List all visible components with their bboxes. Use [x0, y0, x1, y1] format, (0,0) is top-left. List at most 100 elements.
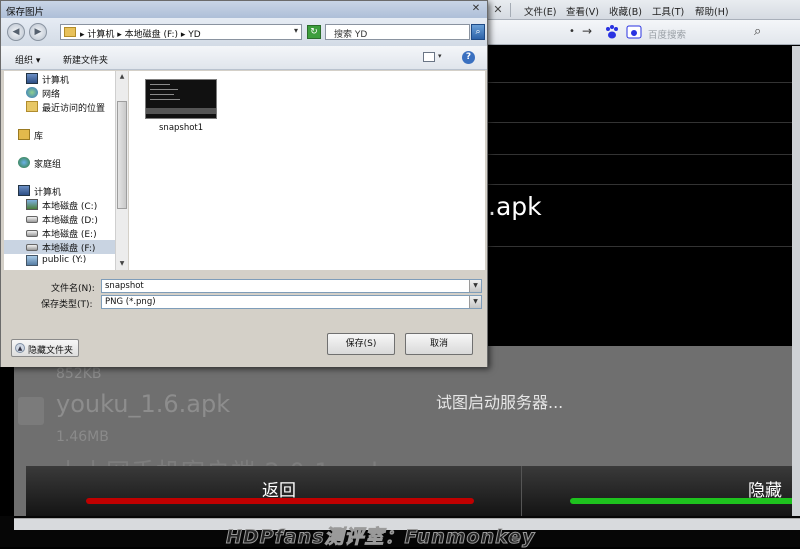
recent-places-icon: [26, 101, 38, 112]
refresh-icon[interactable]: ↻: [307, 25, 321, 39]
hide-folders-button[interactable]: ▲ 隐藏文件夹: [11, 339, 79, 357]
chevron-up-icon: ▲: [15, 343, 25, 353]
filename-label: 文件名(N):: [51, 284, 95, 294]
menu-view[interactable]: 查看(V): [566, 4, 599, 18]
window-scrollbar[interactable]: [792, 46, 800, 516]
save-image-dialog: 保存图片 ✕ ◀ ▶ ▸ 计算机 ▸ 本地磁盘 (F:) ▸ YD ▾ ↻ 搜索…: [0, 0, 488, 367]
nav-item-drive-c[interactable]: 本地磁盘 (C:): [26, 198, 127, 212]
nav-item-label: 网络: [42, 90, 61, 100]
browser-search-placeholder: 百度搜索: [648, 30, 687, 41]
organize-button[interactable]: 组织 ▾: [15, 53, 40, 66]
filetype-value: PNG (*.png): [105, 297, 156, 307]
chevron-down-icon[interactable]: ▼: [469, 280, 481, 292]
file-thumbnail[interactable]: [145, 79, 217, 119]
list-divider: [488, 122, 800, 123]
computer-icon: [26, 73, 38, 84]
scroll-down-icon[interactable]: ▼: [117, 259, 127, 269]
baidu-logo-icon: [626, 25, 642, 39]
address-bar[interactable]: ▸ 计算机 ▸ 本地磁盘 (F:) ▸ YD ▾: [60, 24, 302, 40]
menu-tools[interactable]: 工具(T): [652, 4, 684, 18]
bullet-icon: •: [569, 26, 575, 37]
address-row: ◀ ▶ ▸ 计算机 ▸ 本地磁盘 (F:) ▸ YD ▾ ↻ 搜索 YD ⌕: [1, 18, 487, 46]
nav-item-label: 库: [34, 132, 44, 142]
list-divider: [488, 82, 800, 83]
menubar-divider: [510, 3, 511, 17]
save-form: 文件名(N): snapshot ▼ 保存类型(T): PNG (*.png) …: [1, 271, 487, 367]
cancel-button[interactable]: 取消: [405, 333, 473, 355]
go-arrow-icon[interactable]: →: [582, 24, 592, 38]
search-icon[interactable]: ⌕: [754, 24, 761, 39]
folder-search-placeholder: 搜索 YD: [334, 30, 368, 40]
chevron-down-icon[interactable]: ▾: [294, 26, 298, 35]
close-icon[interactable]: ✕: [490, 2, 506, 17]
list-divider: [488, 184, 800, 185]
menu-help[interactable]: 帮助(H): [695, 4, 729, 18]
thumbnail-line: [150, 89, 178, 90]
menu-favorites[interactable]: 收藏(B): [609, 4, 642, 18]
browser-menubar: ✕ 文件(E) 查看(V) 收藏(B) 工具(T) 帮助(H): [486, 0, 800, 20]
nav-item-label: 本地磁盘 (C:): [42, 202, 98, 212]
nav-item-label: 本地磁盘 (F:): [42, 244, 96, 254]
save-button[interactable]: 保存(S): [327, 333, 395, 355]
dialog-titlebar: 保存图片 ✕: [1, 1, 487, 18]
baidu-paw-icon: [606, 25, 618, 39]
network-drive-icon: [26, 255, 38, 266]
close-icon[interactable]: ✕: [469, 2, 483, 16]
list-divider: [488, 154, 800, 155]
nav-item-drive-d[interactable]: 本地磁盘 (D:): [26, 212, 127, 226]
help-icon[interactable]: ?: [462, 51, 475, 64]
nav-item-homegroup[interactable]: 家庭组: [18, 156, 127, 170]
nav-item-computer[interactable]: 计算机: [18, 184, 127, 198]
file-item-name[interactable]: snapshot1: [159, 123, 203, 133]
filename-value: snapshot: [105, 281, 144, 291]
browser-toolbar: • → 百度搜索 ⌕: [486, 20, 800, 45]
nav-item-computer[interactable]: 计算机: [26, 72, 127, 86]
view-options-icon[interactable]: [423, 52, 435, 62]
bar-divider: [521, 466, 522, 516]
browser-search-box[interactable]: 百度搜索 ⌕: [624, 23, 796, 41]
nav-pane-scrollbar[interactable]: ▲ ▼: [115, 71, 128, 270]
chevron-down-icon[interactable]: ▾: [438, 52, 442, 60]
breadcrumb[interactable]: ▸ 计算机 ▸ 本地磁盘 (F:) ▸ YD: [80, 27, 201, 40]
file-name-text: youku_1.6.apk: [56, 390, 231, 418]
filetype-select[interactable]: PNG (*.png) ▼: [101, 295, 482, 309]
nav-item-public-drive[interactable]: public (Y:): [26, 254, 127, 268]
nav-item-recent-places[interactable]: 最近访问的位置: [26, 100, 127, 114]
nav-item-label: 家庭组: [34, 160, 62, 170]
nav-item-drive-f[interactable]: 本地磁盘 (F:): [4, 240, 116, 254]
list-divider: [488, 246, 800, 247]
search-icon[interactable]: ⌕: [471, 24, 485, 40]
scrollbar-thumb[interactable]: [117, 101, 127, 209]
apk-title-text: .apk: [488, 192, 542, 221]
nav-item-label: 最近访问的位置: [42, 104, 106, 114]
back-arrow-icon[interactable]: ◀: [7, 23, 25, 41]
scroll-up-icon[interactable]: ▲: [117, 72, 127, 82]
status-text: 试图启动服务器...: [436, 393, 564, 412]
thumbnail-line: [150, 84, 170, 85]
drive-icon: [26, 216, 38, 223]
new-folder-button[interactable]: 新建文件夹: [63, 53, 108, 66]
homegroup-icon: [18, 157, 30, 168]
nav-item-drive-e[interactable]: 本地磁盘 (E:): [26, 226, 127, 240]
dialog-title: 保存图片: [6, 7, 45, 18]
thumbnail-bar: [146, 108, 216, 114]
nav-item-label: 本地磁盘 (D:): [42, 216, 98, 226]
navigation-pane: 计算机 网络 最近访问的位置 库 家庭组 计算机 本地磁盘 (C:) 本地磁盘: [4, 71, 128, 270]
filename-field[interactable]: snapshot ▼: [101, 279, 482, 293]
nav-item-network[interactable]: 网络: [26, 86, 127, 100]
file-icon: [18, 397, 44, 425]
library-icon: [18, 129, 30, 140]
computer-icon: [18, 185, 30, 196]
nav-item-libraries[interactable]: 库: [18, 128, 127, 142]
drive-icon: [26, 199, 38, 210]
nav-item-label: 本地磁盘 (E:): [42, 230, 97, 240]
network-icon: [26, 87, 38, 98]
thumbnail-line: [150, 99, 180, 100]
file-size-text: 1.46MB: [56, 429, 109, 445]
chevron-down-icon[interactable]: ▼: [469, 296, 481, 308]
menu-file[interactable]: 文件(E): [524, 4, 556, 18]
bottom-action-bar: 返回 隐藏: [26, 466, 800, 516]
nav-item-label: public (Y:): [42, 255, 87, 265]
forward-arrow-icon[interactable]: ▶: [29, 23, 47, 41]
folder-search-input[interactable]: 搜索 YD: [325, 24, 470, 40]
